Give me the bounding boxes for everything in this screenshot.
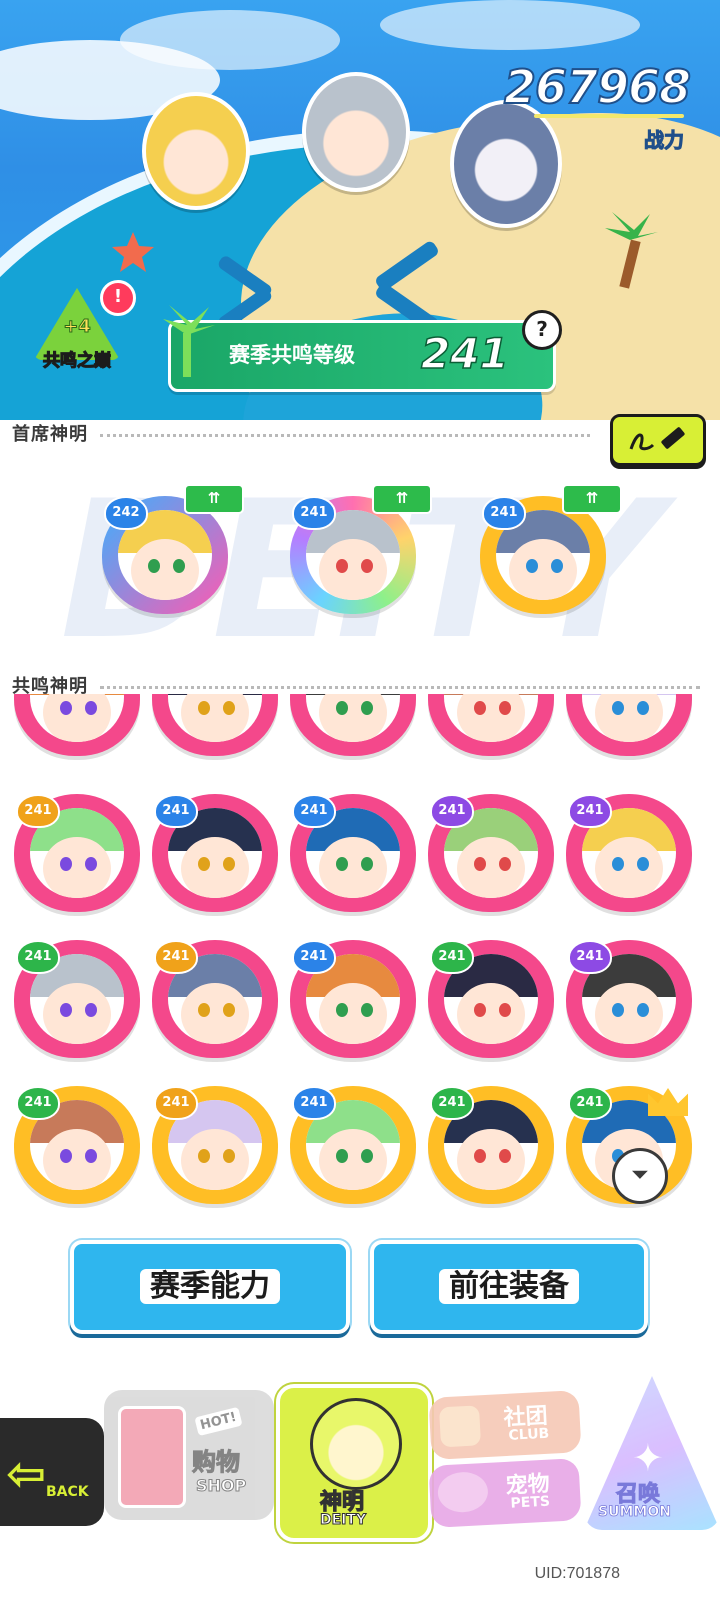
back-label: BACK	[46, 1484, 89, 1500]
deity-avatar[interactable]: 241	[566, 940, 692, 1058]
deity-avatar[interactable]	[152, 694, 278, 756]
back-button[interactable]: ⇦ BACK	[0, 1418, 104, 1526]
deity-avatar[interactable]: 241	[428, 1086, 554, 1204]
divider	[100, 686, 700, 689]
level-badge: 241	[430, 794, 474, 828]
chief-deity-title: 首席神明	[12, 424, 88, 445]
deity-avatar[interactable]: 241	[566, 794, 692, 912]
upgrade-arrows-icon: ⇈	[562, 484, 622, 514]
pet-icon	[436, 1470, 489, 1514]
deity-avatar[interactable]	[14, 694, 140, 756]
level-badge: 241	[292, 1086, 336, 1120]
peak-plus-count: +4	[63, 316, 92, 338]
shop-hot-badge: HOT!	[194, 1406, 243, 1437]
season-ability-label: 赛季能力	[140, 1269, 280, 1304]
level-badge: 241	[292, 940, 336, 974]
level-badge: 241	[292, 794, 336, 828]
summon-star-icon: ✦	[632, 1436, 664, 1480]
upgrade-arrows-icon: ⇈	[372, 484, 432, 514]
level-badge: 241	[154, 794, 198, 828]
power-label: 战力	[644, 128, 685, 153]
nav-club[interactable]: 社团 CLUB	[428, 1390, 582, 1460]
level-badge: 241	[154, 1086, 198, 1120]
deity-avatar[interactable]: 241	[290, 940, 416, 1058]
filter-icon: ⏷	[632, 1162, 648, 1186]
starfish-icon	[110, 230, 156, 274]
palm-leaf-icon	[159, 305, 215, 385]
club-label-en: CLUB	[508, 1425, 550, 1444]
level-badge: 241	[568, 940, 612, 974]
deity-avatar[interactable]: 241	[14, 794, 140, 912]
upgrade-arrows-icon: ⇈	[184, 484, 244, 514]
level-badge: 241	[430, 1086, 474, 1120]
pencil-icon	[627, 423, 687, 459]
level-badge: 241	[16, 940, 60, 974]
nav-summon[interactable]: ✦ 召唤 SUMMON	[584, 1376, 720, 1530]
deity-avatar[interactable]: 241	[14, 1086, 140, 1204]
back-arrow-icon: ⇦	[6, 1446, 47, 1502]
user-id: UID:701878	[534, 1565, 620, 1582]
deity-avatar[interactable]: 241	[290, 1086, 416, 1204]
shop-label-cn: 购物	[192, 1448, 241, 1477]
power-value: 267968	[503, 59, 692, 115]
deity-avatar[interactable]: 241	[428, 940, 554, 1058]
deity-avatar[interactable]: 241	[152, 794, 278, 912]
season-level-value: 241	[420, 328, 509, 379]
level-badge: 241	[16, 1086, 60, 1120]
deity-avatar[interactable]: 242 ⇈	[102, 484, 244, 614]
hero-character-blue	[450, 100, 562, 228]
deity-label-en: DEITY	[319, 1512, 367, 1529]
level-badge: 241	[568, 794, 612, 828]
deity-avatar[interactable]: 241	[152, 940, 278, 1058]
deity-avatar[interactable]: 241	[290, 794, 416, 912]
pets-label-en: PETS	[510, 1493, 551, 1512]
level-badge: 242	[104, 496, 148, 530]
edit-team-button[interactable]	[610, 414, 706, 466]
help-button[interactable]: ?	[522, 310, 562, 350]
level-badge: 241	[154, 940, 198, 974]
vending-machine-icon	[118, 1406, 186, 1508]
hero-character-blonde	[142, 92, 250, 210]
hero-character-silver	[302, 72, 410, 192]
level-badge: 241	[482, 496, 526, 530]
season-resonance-level-bar: 赛季共鸣等级 241	[163, 305, 556, 392]
alert-icon: !	[100, 280, 136, 316]
deity-avatar[interactable]	[566, 694, 692, 756]
deity-avatar[interactable]: 241	[14, 940, 140, 1058]
level-badge: 241	[292, 496, 336, 530]
shop-label-en: SHOP	[195, 1476, 247, 1496]
deity-avatar[interactable]	[428, 694, 554, 756]
nav-pets[interactable]: 宠物 PETS	[428, 1458, 582, 1528]
deity-avatar[interactable]: 241	[428, 794, 554, 912]
deity-avatar[interactable]: 241	[152, 1086, 278, 1204]
deity-avatar[interactable]: 241 ⇈	[290, 484, 432, 614]
summon-label-en: SUMMON	[598, 1504, 672, 1521]
divider	[100, 434, 590, 437]
deity-avatar[interactable]	[290, 694, 416, 756]
island-scene: 267968 战力 +4 共鸣之巅 ! 赛季共鸣等级 241 ?	[0, 0, 720, 420]
power-underline	[534, 114, 684, 118]
nav-deity[interactable]: 神明 DEITY	[276, 1384, 432, 1542]
season-ability-button[interactable]: 赛季能力	[70, 1240, 350, 1334]
nav-shop[interactable]: HOT! 购物 SHOP	[104, 1390, 274, 1520]
go-equip-button[interactable]: 前往装备	[370, 1240, 648, 1334]
deity-character-icon	[310, 1398, 402, 1490]
resonance-deity-grid: 241 241 241 241 241 241 241 241 241 241 241 241 241 2…	[0, 694, 720, 1234]
season-level-label: 赛季共鸣等级	[229, 343, 355, 367]
level-badge: 241	[16, 794, 60, 828]
deity-avatar[interactable]: 241 ⇈	[480, 484, 622, 614]
level-badge: 241	[568, 1086, 612, 1120]
go-equip-label: 前往装备	[439, 1269, 579, 1304]
level-badge: 241	[430, 940, 474, 974]
palm-tree-icon	[600, 210, 660, 290]
filter-button[interactable]: ⏷	[612, 1148, 668, 1204]
peak-label: 共鸣之巅	[42, 350, 111, 371]
club-bag-icon	[438, 1405, 482, 1448]
